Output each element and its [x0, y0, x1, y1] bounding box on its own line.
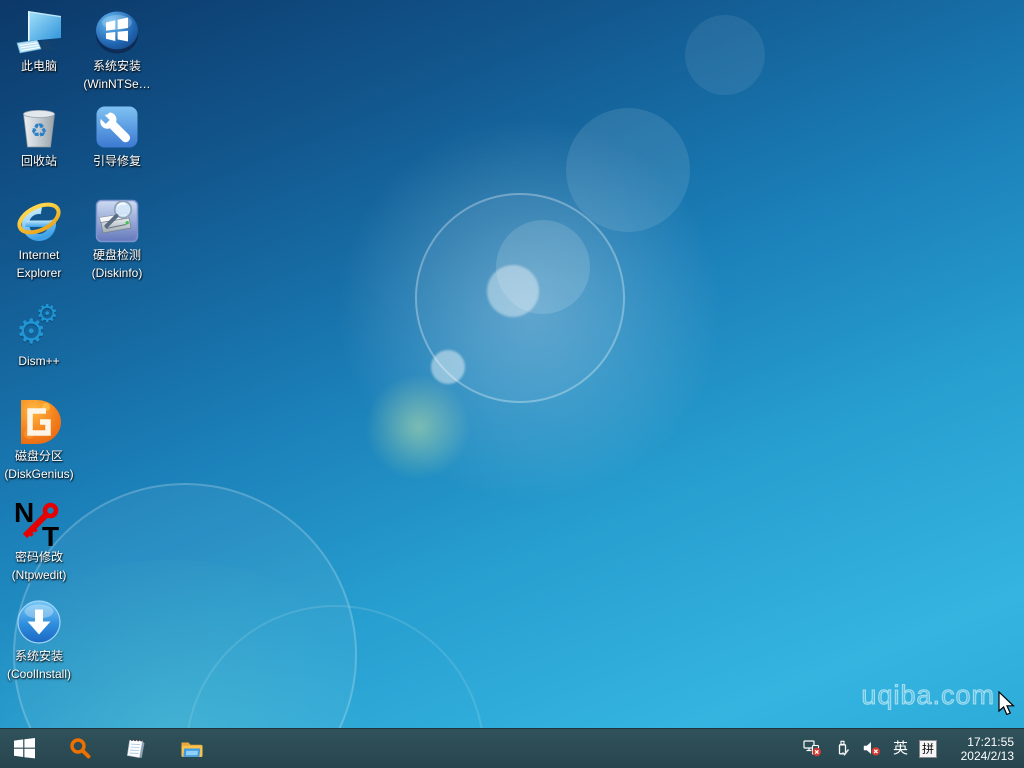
internet-explorer-icon — [15, 197, 63, 245]
desktop-icon-this-pc[interactable]: 此电脑 — [0, 8, 78, 74]
search-icon — [69, 737, 92, 760]
volume-muted-icon[interactable] — [863, 740, 882, 757]
icon-label: (WinNTSe… — [78, 77, 156, 92]
network-disconnected-icon[interactable] — [803, 740, 822, 757]
clock-time: 17:21:55 — [952, 735, 1014, 749]
desktop-icon-winntsetup[interactable]: 系统安装 (WinNTSe… — [78, 8, 156, 92]
ime-pinyin-indicator[interactable]: 拼 — [919, 740, 937, 758]
desktop-icon-boot-repair[interactable]: 引导修复 — [78, 103, 156, 169]
gear-icon: ⚙ — [36, 301, 58, 326]
file-explorer-button[interactable] — [168, 729, 216, 768]
coolinstall-icon — [15, 598, 63, 646]
icon-label: (Diskinfo) — [78, 266, 156, 281]
system-tray: 英 拼 17:21:55 2024/2/13 — [803, 729, 1024, 768]
watermark: uqiba.com — [861, 680, 995, 711]
letter-t: T — [42, 521, 59, 547]
this-pc-icon — [15, 8, 63, 56]
icon-label: Dism++ — [0, 354, 78, 369]
icon-label: Explorer — [0, 266, 78, 281]
recycle-glyph: ♻ — [30, 120, 47, 142]
icon-label: 此电脑 — [0, 59, 78, 74]
desktop-icon-diskinfo[interactable]: 硬盘检测 (Diskinfo) — [78, 197, 156, 281]
taskbar-clock[interactable]: 17:21:55 2024/2/13 — [948, 735, 1014, 763]
icon-label: 硬盘检测 — [78, 248, 156, 263]
desktop[interactable]: 此电脑 系统安装 (WinNTSe… — [0, 0, 1024, 728]
folder-icon — [180, 739, 204, 759]
usb-safely-remove-icon[interactable] — [833, 740, 852, 757]
icon-label: 磁盘分区 — [0, 449, 78, 464]
icon-label: Internet — [0, 248, 78, 263]
diskinfo-icon — [93, 197, 141, 245]
input-language-indicator[interactable]: 英 — [893, 740, 908, 757]
desktop-icon-ntpwedit[interactable]: N T 密码修改 (Ntpwedit) — [0, 499, 78, 583]
icon-label: 密码修改 — [0, 550, 78, 565]
winntsetup-icon — [93, 8, 141, 56]
desktop-icon-dism[interactable]: ⚙ ⚙ Dism++ — [0, 303, 78, 369]
desktop-icon-coolinstall[interactable]: 系统安装 (CoolInstall) — [0, 598, 78, 682]
clock-date: 2024/2/13 — [952, 749, 1014, 763]
taskbar: 英 拼 17:21:55 2024/2/13 — [0, 728, 1024, 768]
search-everything-button[interactable] — [56, 729, 104, 768]
boot-repair-icon — [93, 103, 141, 151]
dism-icon: ⚙ ⚙ — [15, 303, 63, 351]
desktop-icon-diskgenius[interactable]: 磁盘分区 (DiskGenius) — [0, 398, 78, 482]
icon-label: 回收站 — [0, 154, 78, 169]
start-button[interactable] — [0, 729, 48, 768]
desktop-icon-recycle-bin[interactable]: ♻ 回收站 — [0, 103, 78, 169]
diskgenius-icon — [15, 398, 63, 446]
icon-label: (Ntpwedit) — [0, 568, 78, 583]
notepad-button[interactable] — [112, 729, 160, 768]
ntpwedit-icon: N T — [15, 499, 63, 547]
icon-label: (CoolInstall) — [0, 667, 78, 682]
mouse-cursor — [998, 691, 1018, 719]
letter-n: N — [15, 499, 34, 528]
icon-label: 系统安装 — [0, 649, 78, 664]
desktop-icon-internet-explorer[interactable]: Internet Explorer — [0, 197, 78, 281]
icon-label: 引导修复 — [78, 154, 156, 169]
windows-logo-icon — [14, 738, 35, 759]
icon-label: 系统安装 — [78, 59, 156, 74]
icon-label: (DiskGenius) — [0, 467, 78, 482]
recycle-bin-icon: ♻ — [15, 103, 63, 151]
notepad-icon — [125, 737, 148, 760]
